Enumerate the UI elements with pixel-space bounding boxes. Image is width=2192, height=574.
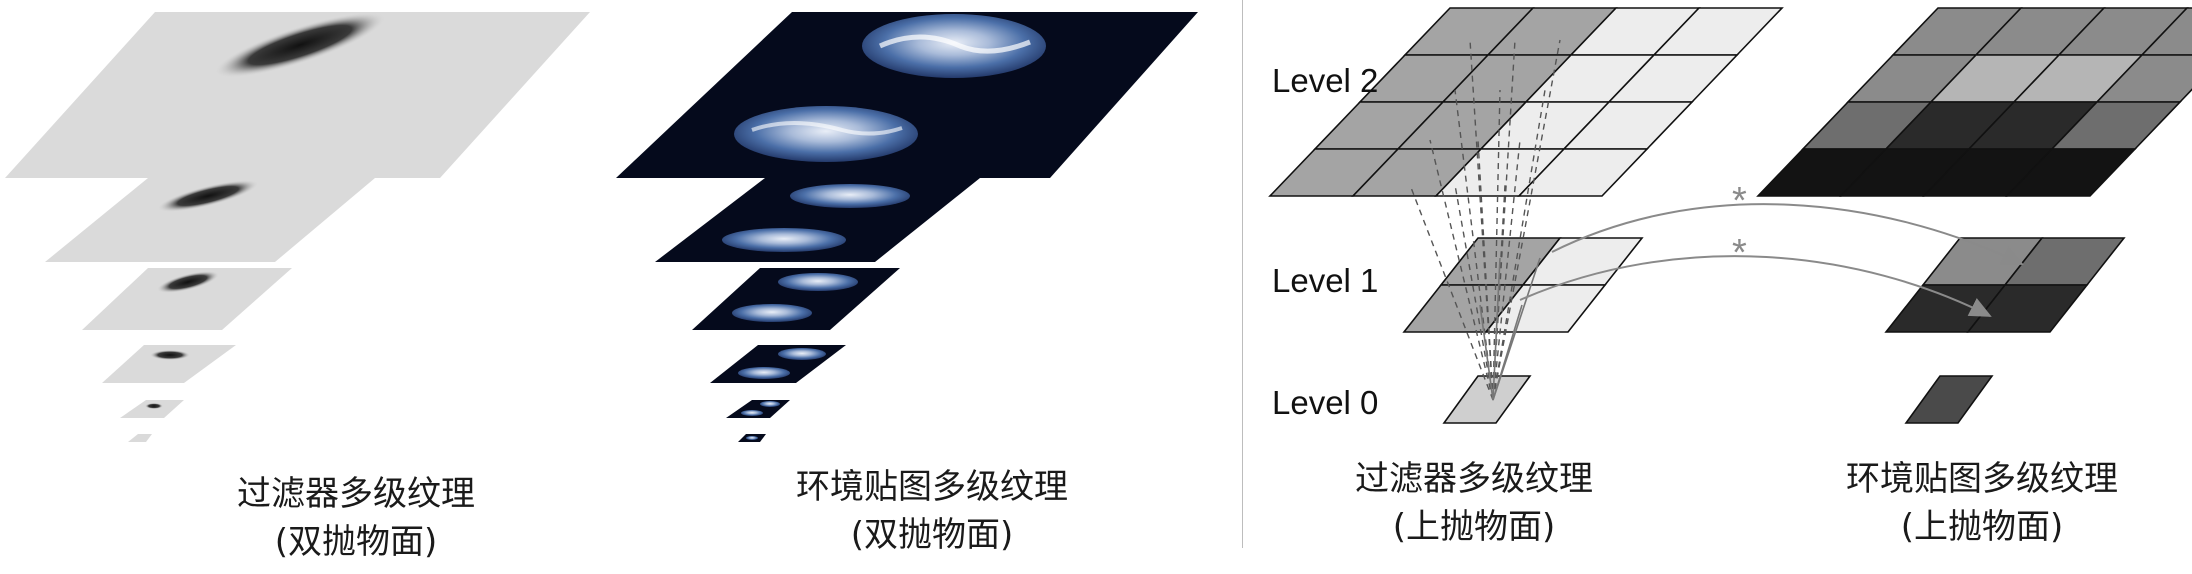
caption-filter-dual: 过滤器多级纹理 (双抛物面) [146,470,566,566]
filter-blob-3 [150,350,190,360]
panel-divider [1242,0,1243,548]
env-disc-5 [746,436,758,440]
filter-level0-cell-cell [1442,375,1532,424]
mipmap-diagram: Level 2 Level 1 Level 0 * * 过滤器多级纹理 (双抛物… [0,0,2192,570]
level-0-label: Level 0 [1272,384,1379,421]
filter-blob-4 [145,403,163,409]
convolution-star-lower: * [1732,232,1747,274]
env-disc-4b [741,410,763,416]
env-level0-cell-cell [1904,375,1994,424]
caption-filter-dual-title: 过滤器多级纹理 [237,474,475,514]
filter-level0-cell [1442,375,1532,424]
env-disc-3b [738,367,790,379]
caption-env-dual-title: 环境贴图多级纹理 [796,467,1068,507]
caption-filter-upper: 过滤器多级纹理 (上抛物面) [1264,455,1684,551]
caption-env-upper-sub: (上抛物面) [1900,507,2064,547]
env-level1-grid [1884,237,2126,333]
env-level0-cell [1904,375,1994,424]
env-disc-1b [722,228,846,252]
caption-env-dual-sub: (双抛物面) [850,515,1014,555]
env-level2-grid [1756,7,2192,197]
filter-pyramid-dual [5,12,590,442]
env-pyramid-dual [616,12,1198,442]
caption-filter-upper-sub: (上抛物面) [1392,507,1556,547]
convolution-star-upper: * [1732,180,1747,222]
caption-filter-upper-title: 过滤器多级纹理 [1355,459,1593,499]
env-disc-1a [790,184,910,208]
caption-env-dual: 环境贴图多级纹理 (双抛物面) [722,463,1142,559]
caption-env-upper-title: 环境贴图多级纹理 [1846,459,2118,499]
env-disc-2a [778,273,858,291]
caption-env-upper: 环境贴图多级纹理 (上抛物面) [1772,455,2192,551]
filter-plane-5 [128,434,152,442]
level-1-label: Level 1 [1272,262,1379,299]
env-disc-4a [760,401,780,407]
grid-levels [1268,7,2192,424]
filter-level2-grid [1268,7,1784,197]
level-2-label: Level 2 [1272,62,1379,99]
env-disc-0b [734,106,918,162]
env-disc-2b [732,304,812,322]
filter-plane-4 [120,400,184,418]
env-disc-3a [778,348,826,360]
caption-filter-dual-sub: (双抛物面) [274,522,438,562]
filter-level1-grid [1402,237,1644,333]
